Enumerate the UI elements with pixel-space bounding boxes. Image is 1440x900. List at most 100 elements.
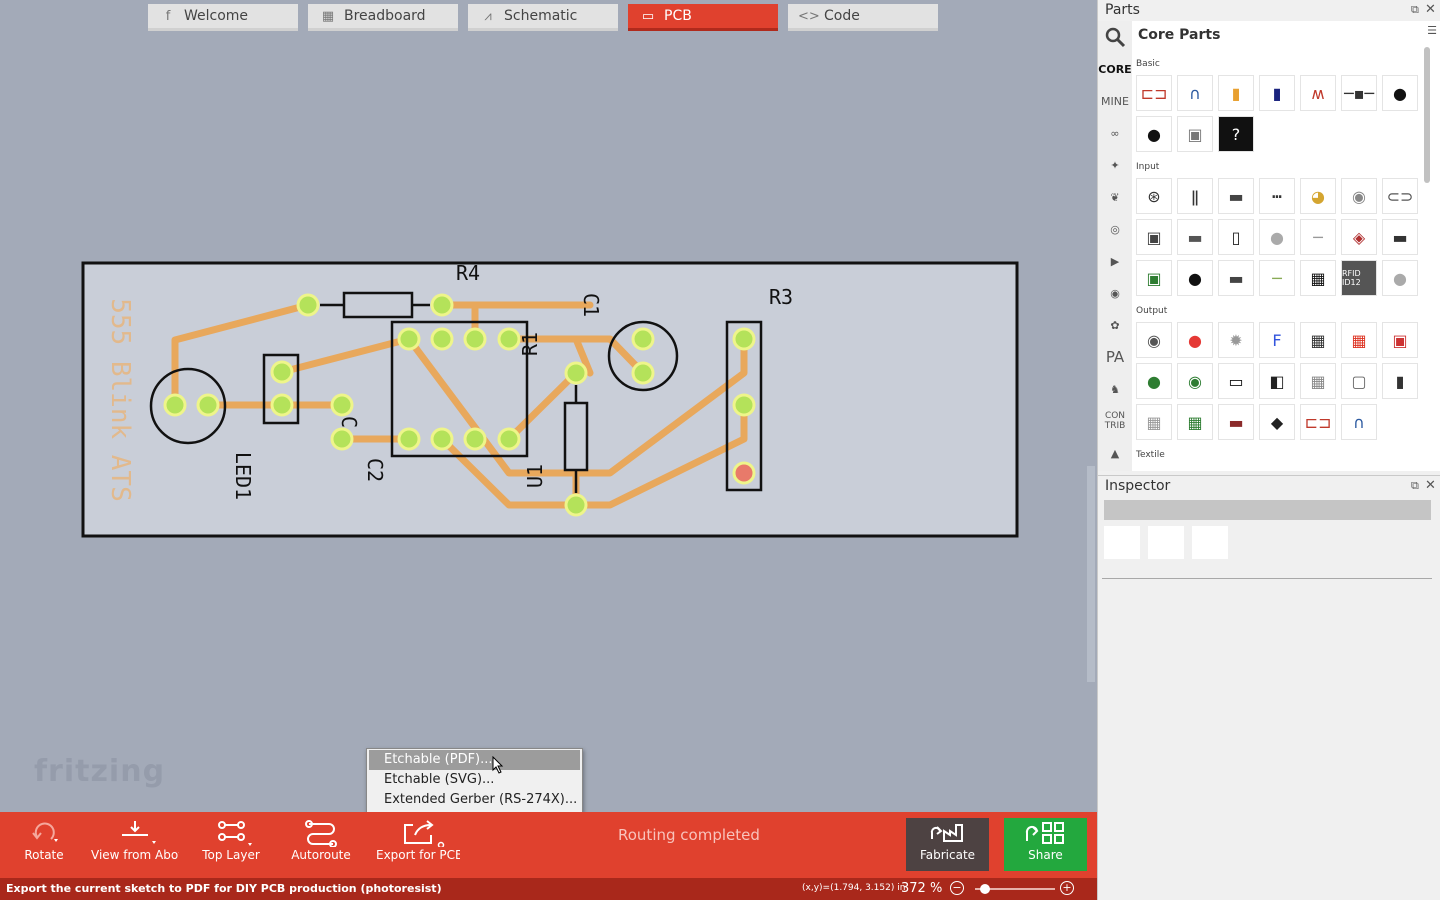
view-from-above-button[interactable]: View from Above: [91, 816, 179, 874]
search-parts-icon[interactable]: [1098, 21, 1132, 53]
tab-breadboard[interactable]: ▦ Breadboard: [308, 4, 458, 31]
copper-pad[interactable]: [564, 493, 588, 517]
part-tile[interactable]: ●: [1136, 363, 1172, 399]
part-tile[interactable]: ▬: [1382, 219, 1418, 255]
part-tile[interactable]: ▢: [1341, 363, 1377, 399]
copper-pad[interactable]: [430, 327, 454, 351]
close-inspector-icon[interactable]: ✕: [1425, 478, 1436, 493]
parts-scrollbar[interactable]: [1424, 47, 1430, 183]
arduino-bin-icon[interactable]: ∞: [1098, 117, 1132, 149]
part-tile[interactable]: ▬: [1177, 219, 1213, 255]
bin-tab-mine[interactable]: MINE: [1098, 85, 1132, 117]
part-tile[interactable]: ⊏⊐: [1136, 75, 1172, 111]
copper-pad[interactable]: [270, 360, 294, 384]
part-tile[interactable]: ●: [1382, 260, 1418, 296]
copper-pad[interactable]: [732, 327, 756, 351]
unrouted-pad[interactable]: [732, 461, 756, 485]
copper-pad[interactable]: [397, 427, 421, 451]
part-tile[interactable]: ⊛: [1136, 178, 1172, 214]
part-tile[interactable]: ∩: [1177, 75, 1213, 111]
animal-bin-icon[interactable]: ♞: [1098, 373, 1132, 405]
part-tile[interactable]: ▦: [1300, 260, 1336, 296]
part-tile[interactable]: ─: [1259, 260, 1295, 296]
copper-pad[interactable]: [631, 327, 655, 351]
tab-welcome[interactable]: f Welcome: [148, 4, 298, 31]
part-tile[interactable]: ◉: [1136, 322, 1172, 358]
zoom-slider-handle[interactable]: [980, 884, 990, 894]
part-tile[interactable]: ┅: [1259, 178, 1295, 214]
part-tile[interactable]: ◉: [1341, 178, 1377, 214]
part-tile[interactable]: ▣: [1177, 116, 1213, 152]
part-tile[interactable]: ●: [1259, 219, 1295, 255]
export-for-pcb-button[interactable]: Export for PCB: [376, 816, 460, 874]
copper-pad[interactable]: [497, 427, 521, 451]
copper-pad[interactable]: [631, 361, 655, 385]
copper-pad[interactable]: [564, 361, 588, 385]
copper-pad[interactable]: [430, 427, 454, 451]
part-tile[interactable]: ◆: [1259, 404, 1295, 440]
copper-pad[interactable]: [732, 393, 756, 417]
rotate-button[interactable]: Rotate: [18, 816, 70, 874]
part-tile[interactable]: ▬: [1218, 260, 1254, 296]
part-tile[interactable]: ◧: [1259, 363, 1295, 399]
part-tile[interactable]: ◉: [1177, 363, 1213, 399]
copper-pad[interactable]: [296, 293, 320, 317]
part-tile[interactable]: ◈: [1341, 219, 1377, 255]
part-tile[interactable]: ▦: [1177, 404, 1213, 440]
copper-pad[interactable]: [497, 327, 521, 351]
float-inspector-icon[interactable]: ⧉: [1411, 479, 1419, 493]
tab-pcb[interactable]: ▭ PCB: [628, 4, 778, 31]
float-panel-icon[interactable]: ⧉: [1411, 3, 1419, 17]
part-tile[interactable]: ●: [1177, 260, 1213, 296]
part-tile[interactable]: ▣: [1382, 322, 1418, 358]
part-tile[interactable]: ▦: [1300, 363, 1336, 399]
part-tile[interactable]: ǁ: [1177, 178, 1213, 214]
part-tile[interactable]: ▬: [1218, 178, 1254, 214]
copper-pad[interactable]: [463, 327, 487, 351]
part-tile[interactable]: ◕: [1300, 178, 1336, 214]
scroll-bins-icon[interactable]: ▲: [1098, 437, 1132, 469]
part-tile[interactable]: ●: [1382, 75, 1418, 111]
pcb-canvas[interactable]: 555 Blink ATS R4 R3 R1 C1 C2 U1 LED1 C f…: [0, 36, 1097, 812]
menu-item-etchable-svg[interactable]: Etchable (SVG)...: [369, 770, 580, 790]
adafruit-bin-icon[interactable]: ✿: [1098, 309, 1132, 341]
part-tile[interactable]: F: [1259, 322, 1295, 358]
close-panel-icon[interactable]: ✕: [1425, 2, 1436, 17]
bin-tab-contrib[interactable]: CON TRIB: [1098, 405, 1132, 437]
part-tile[interactable]: ▣: [1136, 260, 1172, 296]
part-tile[interactable]: ▮: [1259, 75, 1295, 111]
seeed-bin-icon[interactable]: ❦: [1098, 181, 1132, 213]
part-tile[interactable]: ʍ: [1300, 75, 1336, 111]
part-tile[interactable]: ●: [1177, 322, 1213, 358]
bin-tab-pa[interactable]: PA: [1098, 341, 1132, 373]
tab-schematic[interactable]: ⩘ Schematic: [468, 4, 618, 31]
part-tile[interactable]: ∩: [1341, 404, 1377, 440]
part-tile[interactable]: ✹: [1218, 322, 1254, 358]
part-tile[interactable]: ?: [1218, 116, 1254, 152]
copper-pad[interactable]: [397, 327, 421, 351]
part-tile[interactable]: ▯: [1218, 219, 1254, 255]
part-tile[interactable]: ●: [1136, 116, 1172, 152]
fabricate-button[interactable]: Fabricate: [906, 818, 989, 871]
part-tile[interactable]: ▣: [1136, 219, 1172, 255]
part-tile[interactable]: ▦: [1300, 322, 1336, 358]
autoroute-button[interactable]: Autoroute: [290, 816, 352, 874]
part-tile[interactable]: ─: [1300, 219, 1336, 255]
copper-pad[interactable]: [463, 427, 487, 451]
share-button[interactable]: Share: [1004, 818, 1087, 871]
part-tile[interactable]: ▦: [1136, 404, 1172, 440]
part-tile[interactable]: ─▪─: [1341, 75, 1377, 111]
part-tile[interactable]: ⊏⊐: [1300, 404, 1336, 440]
intel-bin-icon[interactable]: ◎: [1098, 213, 1132, 245]
zoom-in-button[interactable]: +: [1060, 881, 1074, 895]
menu-item-extended-gerber[interactable]: Extended Gerber (RS-274X)...: [369, 790, 580, 810]
copper-pad[interactable]: [330, 393, 354, 417]
menu-item-etchable-pdf[interactable]: Etchable (PDF)...: [369, 750, 580, 770]
snootlab-bin-icon[interactable]: ▶: [1098, 245, 1132, 277]
copper-pad[interactable]: [330, 427, 354, 451]
part-tile[interactable]: ▦: [1341, 322, 1377, 358]
tab-code[interactable]: <> Code: [788, 4, 938, 31]
copper-pad[interactable]: [430, 293, 454, 317]
part-tile[interactable]: RFID ID12: [1341, 260, 1377, 296]
bin-tab-core[interactable]: CORE: [1098, 53, 1132, 85]
